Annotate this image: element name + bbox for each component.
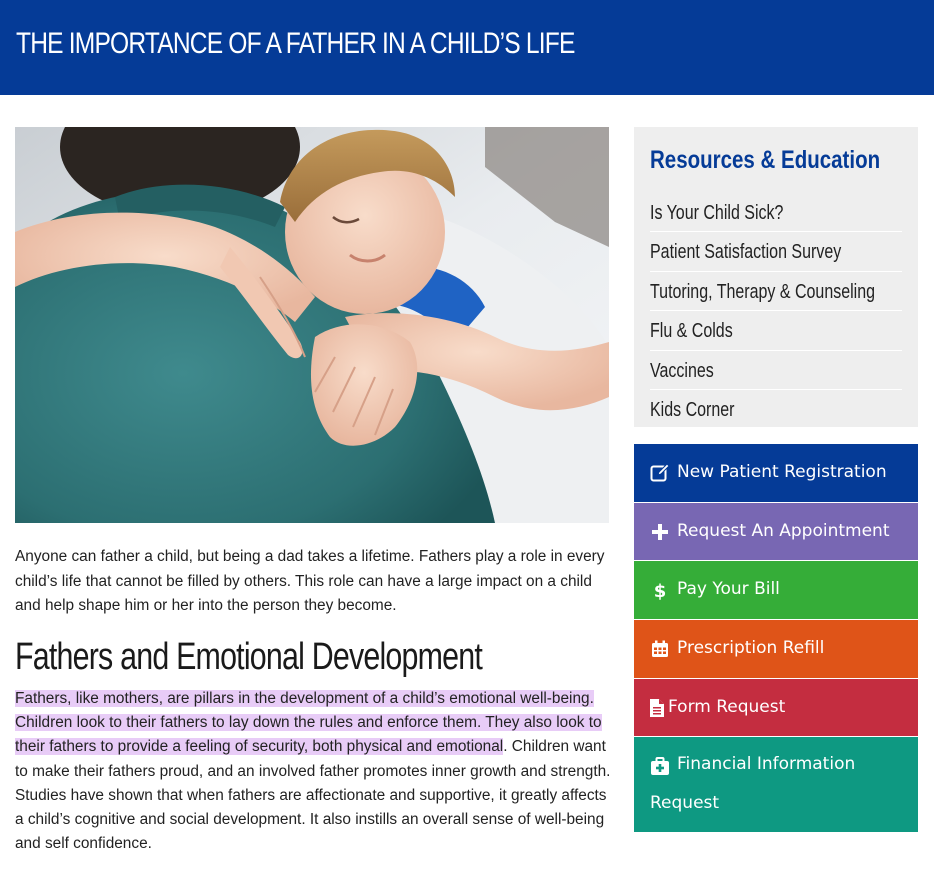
resource-link-flu-colds[interactable]: Flu & Colds bbox=[650, 311, 902, 351]
resource-link-child-sick[interactable]: Is Your Child Sick? bbox=[650, 193, 902, 233]
financial-information-request-button[interactable]: Financial Information Request bbox=[634, 737, 918, 832]
resource-link-tutoring[interactable]: Tutoring, Therapy & Counseling bbox=[650, 272, 902, 312]
resource-link-label[interactable]: Tutoring, Therapy & Counseling bbox=[650, 281, 875, 304]
button-label: New Patient Registration bbox=[677, 462, 887, 482]
calendar-icon bbox=[652, 640, 668, 657]
resource-link-kids-corner[interactable]: Kids Corner bbox=[650, 390, 902, 429]
resource-link-label[interactable]: Patient Satisfaction Survey bbox=[650, 241, 841, 264]
button-label: Request An Appointment bbox=[677, 521, 890, 541]
prescription-refill-button[interactable]: Prescription Refill bbox=[634, 620, 918, 678]
button-label: Financial Information bbox=[677, 754, 856, 774]
resources-panel: Resources & Education Is Your Child Sick… bbox=[634, 127, 918, 427]
hero-image bbox=[15, 127, 609, 523]
body-text-rest: . Children want to make their fathers pr… bbox=[15, 738, 611, 853]
resource-link-satisfaction-survey[interactable]: Patient Satisfaction Survey bbox=[650, 232, 902, 272]
button-label: Prescription Refill bbox=[677, 638, 825, 658]
page-header: THE IMPORTANCE OF A FATHER IN A CHILD’S … bbox=[0, 0, 934, 95]
edit-icon bbox=[650, 463, 670, 482]
resource-link-label[interactable]: Kids Corner bbox=[650, 399, 734, 422]
resources-title: Resources & Education bbox=[650, 146, 881, 174]
resource-link-label[interactable]: Flu & Colds bbox=[650, 320, 733, 343]
svg-text:$: $ bbox=[654, 581, 667, 600]
medkit-icon bbox=[651, 757, 669, 775]
resource-link-label[interactable]: Vaccines bbox=[650, 360, 714, 383]
resources-list: Is Your Child Sick? Patient Satisfaction… bbox=[650, 193, 902, 429]
request-appointment-button[interactable]: Request An Appointment bbox=[634, 503, 918, 560]
button-label-line2: Request bbox=[650, 793, 720, 813]
page-title: THE IMPORTANCE OF A FATHER IN A CHILD’S … bbox=[16, 27, 575, 60]
document-icon bbox=[650, 699, 664, 717]
intro-paragraph: Anyone can father a child, but being a d… bbox=[15, 548, 605, 614]
button-label: Form Request bbox=[668, 697, 786, 717]
button-label: Pay Your Bill bbox=[677, 579, 780, 599]
section-title: Fathers and Emotional Development bbox=[15, 636, 483, 678]
dollar-icon: $ bbox=[654, 581, 667, 600]
resource-link-label[interactable]: Is Your Child Sick? bbox=[650, 202, 783, 225]
form-request-button[interactable]: Form Request bbox=[634, 679, 918, 736]
resource-link-vaccines[interactable]: Vaccines bbox=[650, 351, 902, 390]
new-patient-registration-button[interactable]: New Patient Registration bbox=[634, 444, 918, 502]
plus-icon bbox=[652, 524, 668, 540]
pay-bill-button[interactable]: $ Pay Your Bill bbox=[634, 561, 918, 619]
body-paragraph: Fathers, like mothers, are pillars in th… bbox=[15, 687, 615, 856]
